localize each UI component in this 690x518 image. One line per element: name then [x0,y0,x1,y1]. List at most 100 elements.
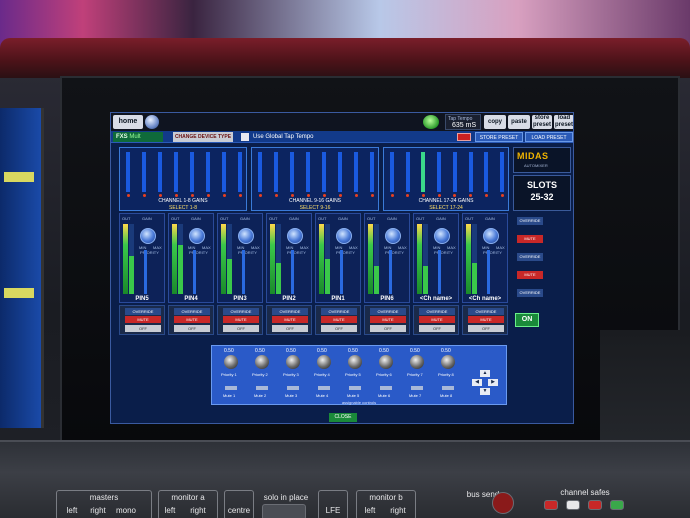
gain-bar[interactable] [306,152,310,192]
gain-bar[interactable] [421,152,426,192]
gain-bar[interactable] [258,152,262,192]
assignable-knob[interactable] [379,355,393,369]
priority-knob[interactable] [189,228,205,244]
channel-off-button[interactable]: OFF [468,325,504,332]
channel-fader[interactable] [242,250,245,294]
assignable-knob[interactable] [224,355,238,369]
safe-button[interactable] [544,500,558,510]
gain-bar[interactable] [437,152,442,192]
assignable-knob[interactable] [410,355,424,369]
channel-off-button[interactable]: OFF [272,325,308,332]
channel-off-button[interactable]: OFF [223,325,259,332]
assignable-knob[interactable] [286,355,300,369]
priority-knob[interactable] [140,228,156,244]
assignable-mute-button[interactable] [442,386,454,390]
gain-bar[interactable] [174,152,178,192]
channel-fader[interactable] [193,250,196,294]
channel-override-button[interactable]: OVERRIDE [468,308,504,315]
checkbox-icon[interactable] [241,133,249,141]
gain-bar[interactable] [290,152,294,192]
assignable-mute-button[interactable] [225,386,237,390]
channel-override-button[interactable]: OVERRIDE [174,308,210,315]
arrow-right-icon[interactable]: ▶ [488,379,498,386]
gain-bar[interactable] [222,152,226,192]
bus-knob[interactable] [492,492,514,514]
channel-mute-button[interactable]: MUTE [174,316,210,323]
change-device-type-button[interactable]: CHANGE DEVICE TYPE [173,132,233,142]
gain-bar[interactable] [322,152,326,192]
channel-mute-button[interactable]: MUTE [468,316,504,323]
channel-fader[interactable] [291,250,294,294]
channel-mute-button[interactable]: MUTE [370,316,406,323]
channel-override-button[interactable]: OVERRIDE [370,308,406,315]
channel-off-button[interactable]: OFF [125,325,161,332]
store-preset-toolbar-button[interactable]: STORE PRESET [475,132,523,142]
override-button[interactable]: OVERRIDE [517,217,543,225]
gain-bar[interactable] [206,152,210,192]
channel-override-button[interactable]: OVERRIDE [321,308,357,315]
gain-bar[interactable] [158,152,162,192]
gain-bar[interactable] [126,152,130,192]
arrow-left-icon[interactable]: ◀ [472,379,482,386]
mute-button[interactable]: MUTE [517,235,543,243]
gain-bar[interactable] [274,152,278,192]
assignable-mute-button[interactable] [287,386,299,390]
channel-off-button[interactable]: OFF [321,325,357,332]
gain-bar[interactable] [142,152,146,192]
channel-fader[interactable] [144,250,147,294]
close-button[interactable]: CLOSE [329,413,357,422]
load-preset-button[interactable]: load preset [554,115,573,129]
channel-fader[interactable] [340,250,343,294]
channel-mute-button[interactable]: MUTE [272,316,308,323]
gain-group-select[interactable]: SELECT 9-16 [252,205,378,211]
home-tab[interactable]: home [113,115,143,129]
priority-knob[interactable] [385,228,401,244]
override-button[interactable]: OVERRIDE [517,289,543,297]
channel-mute-button[interactable]: MUTE [419,316,455,323]
channel-override-button[interactable]: OVERRIDE [223,308,259,315]
gain-group-select[interactable]: SELECT 1-8 [120,205,246,211]
channel-mute-button[interactable]: MUTE [223,316,259,323]
assignable-knob[interactable] [255,355,269,369]
solo-button[interactable] [262,504,306,518]
store-preset-button[interactable]: store preset [532,115,552,129]
priority-knob[interactable] [434,228,450,244]
channel-mute-button[interactable]: MUTE [125,316,161,323]
priority-knob[interactable] [287,228,303,244]
assignable-mute-button[interactable] [411,386,423,390]
mute-button[interactable]: MUTE [517,271,543,279]
assignable-knob[interactable] [441,355,455,369]
assignable-knob[interactable] [317,355,331,369]
gain-bar[interactable] [354,152,358,192]
override-button[interactable]: OVERRIDE [517,253,543,261]
load-preset-toolbar-button[interactable]: LOAD PRESET [525,132,573,142]
channel-override-button[interactable]: OVERRIDE [419,308,455,315]
copy-button[interactable]: copy [484,115,506,129]
assignable-mute-button[interactable] [380,386,392,390]
channel-fader[interactable] [487,250,490,294]
channel-off-button[interactable]: OFF [370,325,406,332]
arrow-up-icon[interactable]: ▲ [480,370,490,377]
safe-button[interactable] [566,500,580,510]
gain-bar[interactable] [405,152,410,192]
channel-fader[interactable] [438,250,441,294]
on-button[interactable]: ON [515,313,539,327]
assignable-knob[interactable] [348,355,362,369]
gain-bar[interactable] [484,152,489,192]
gain-bar[interactable] [390,152,394,192]
arrow-down-icon[interactable]: ▼ [480,388,490,395]
channel-override-button[interactable]: OVERRIDE [272,308,308,315]
channel-fader[interactable] [389,250,392,294]
gain-bar[interactable] [452,152,457,192]
channel-mute-button[interactable]: MUTE [321,316,357,323]
gain-group-select[interactable]: SELECT 17-24 [384,205,508,211]
globe-icon[interactable] [145,115,159,129]
priority-knob[interactable] [483,228,499,244]
gain-bar[interactable] [468,152,473,192]
assignable-mute-button[interactable] [318,386,330,390]
safe-button[interactable] [610,500,624,510]
gain-bar[interactable] [238,152,242,192]
safe-button[interactable] [588,500,602,510]
tap-tempo-box[interactable]: Tap Tempo 635 mS [445,114,481,130]
assignable-mute-button[interactable] [349,386,361,390]
